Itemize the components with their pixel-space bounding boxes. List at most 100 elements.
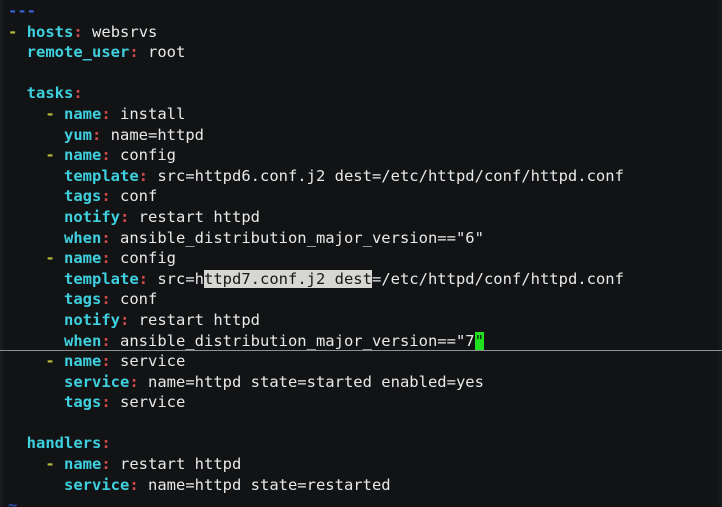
yaml-value: name=httpd: [101, 125, 204, 144]
line-space: [55, 105, 64, 123]
editor-line[interactable]: tags: conf: [0, 289, 722, 310]
editor-line[interactable]: notify: restart httpd: [0, 207, 722, 228]
yaml-colon: :: [101, 187, 111, 206]
yaml-key: service: [64, 372, 130, 391]
yaml-value: root: [138, 43, 186, 62]
yaml-key: name: [64, 249, 102, 268]
tilde-filler-glyph: ~: [8, 496, 18, 507]
yaml-colon: :: [129, 372, 139, 391]
yaml-value: restart httpd: [110, 455, 242, 474]
editor-line[interactable]: tags: conf: [0, 186, 722, 207]
yaml-colon: :: [101, 352, 111, 371]
yaml-value: service: [110, 393, 186, 412]
yaml-key: name: [64, 352, 102, 371]
editor-line[interactable]: - name: service: [0, 351, 722, 372]
editor-line[interactable]: - name: restart httpd: [0, 454, 722, 475]
yaml-value-prefix: src=h: [148, 269, 204, 288]
yaml-key: template: [64, 166, 139, 185]
yaml-key: hosts: [26, 22, 74, 41]
yaml-key: tags: [64, 393, 102, 412]
editor-line[interactable]: [0, 413, 722, 434]
editor-line[interactable]: ---: [0, 1, 722, 22]
yaml-colon: :: [129, 43, 139, 62]
yaml-key: when: [64, 331, 102, 350]
editor-line[interactable]: remote_user: root: [0, 42, 722, 63]
editor-line[interactable]: [0, 63, 722, 84]
yaml-key: service: [64, 475, 130, 494]
editor-line[interactable]: handlers:: [0, 433, 722, 454]
yaml-colon: :: [138, 166, 148, 185]
editor-line[interactable]: - name: config: [0, 248, 722, 269]
yaml-value: config: [110, 249, 177, 268]
yaml-colon: :: [101, 393, 111, 412]
yaml-value: name=httpd state=started enabled=yes: [138, 372, 484, 391]
editor-line[interactable]: - hosts: websrvs: [0, 22, 722, 43]
editor-line[interactable]: notify: restart httpd: [0, 310, 722, 331]
yaml-value: name=httpd state=restarted: [138, 475, 391, 494]
editor-line[interactable]: service: name=httpd state=started enable…: [0, 372, 722, 393]
editor-line[interactable]: when: ansible_distribution_major_version…: [0, 331, 722, 352]
editor-line[interactable]: yum: name=httpd: [0, 125, 722, 146]
editor-line[interactable]: when: ansible_distribution_major_version…: [0, 228, 722, 249]
yaml-colon: :: [101, 249, 111, 268]
terminal-screen[interactable]: --- - hosts: websrvs remote_user: root ta…: [0, 0, 722, 507]
editor-line[interactable]: - name: install: [0, 104, 722, 125]
selected-text-range: ttpd7.conf.j2 dest: [204, 269, 372, 288]
yaml-list-bullet: -: [45, 352, 55, 371]
yaml-document-marker: ---: [8, 2, 36, 20]
yaml-value: ansible_distribution_major_version=="6": [110, 228, 484, 247]
yaml-colon: :: [129, 475, 139, 494]
yaml-list-bullet: -: [45, 455, 55, 474]
editor-line[interactable]: ~: [0, 495, 722, 507]
text-cursor-block: ": [474, 331, 484, 350]
editor-line[interactable]: template: src=httpd6.conf.j2 dest=/etc/h…: [0, 166, 722, 187]
editor-line[interactable]: tags: service: [0, 392, 722, 413]
yaml-value: conf: [110, 290, 158, 309]
yaml-colon: :: [101, 146, 111, 165]
yaml-key: tasks: [26, 84, 74, 103]
yaml-value: restart httpd: [129, 310, 260, 329]
line-space: [55, 249, 64, 267]
yaml-colon: :: [73, 84, 83, 103]
line-space: [55, 455, 64, 473]
editor-line[interactable]: template: src=httpd7.conf.j2 dest=/etc/h…: [0, 269, 722, 290]
yaml-value: conf: [110, 187, 158, 206]
yaml-list-bullet: -: [45, 146, 55, 165]
yaml-colon: :: [120, 207, 130, 226]
yaml-key: name: [64, 104, 102, 123]
yaml-key: notify: [64, 207, 120, 226]
yaml-colon: :: [92, 125, 102, 144]
yaml-value: config: [110, 146, 177, 165]
editor-line[interactable]: - name: config: [0, 145, 722, 166]
yaml-colon: :: [138, 269, 148, 288]
yaml-key: notify: [64, 310, 120, 329]
yaml-colon: :: [101, 331, 111, 350]
yaml-key: remote_user: [26, 43, 130, 62]
line-space: [55, 146, 64, 164]
editor-text-buffer[interactable]: --- - hosts: websrvs remote_user: root ta…: [0, 0, 722, 507]
yaml-key: name: [64, 146, 102, 165]
yaml-value-prefix: ansible_distribution_major_version=="7: [110, 331, 475, 350]
yaml-colon: :: [101, 228, 111, 247]
editor-line[interactable]: tasks:: [0, 83, 722, 104]
editor-line[interactable]: service: name=httpd state=restarted: [0, 475, 722, 496]
yaml-key: yum: [64, 125, 92, 144]
yaml-value: websrvs: [82, 22, 158, 41]
yaml-key: tags: [64, 290, 102, 309]
